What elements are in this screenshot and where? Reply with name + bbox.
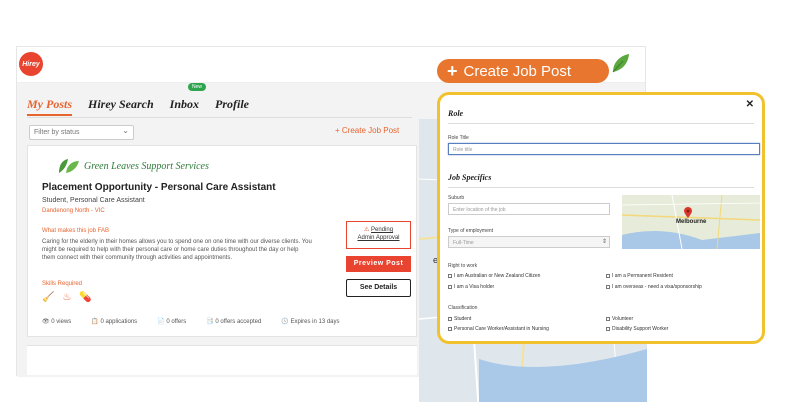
company-brand: Green Leaves Support Services xyxy=(58,158,209,174)
create-job-post-link[interactable]: + Create Job Post xyxy=(335,126,399,135)
clock-icon: 🕓 xyxy=(281,319,289,325)
rtw-citizen-label: I am Australian or New Zealand Citizen xyxy=(454,273,541,279)
class-personal-care-checkbox[interactable]: Personal Care Worker/Assistant in Nursin… xyxy=(448,326,549,332)
create-job-post-button[interactable]: + Create Job Post xyxy=(437,59,609,83)
employment-type-label: Type of employment xyxy=(448,228,494,234)
classification-label: Classification xyxy=(448,305,478,311)
role-title-label: Role Title xyxy=(448,135,469,141)
job-subtitle: Student, Personal Care Assistant xyxy=(42,197,145,204)
pending-line-2: Admin Approval xyxy=(357,235,400,241)
tab-hirey-search[interactable]: Hirey Search xyxy=(88,97,154,112)
rtw-permanent-resident-label: I am a Permanent Resident xyxy=(612,273,673,279)
class-personal-care-label: Personal Care Worker/Assistant in Nursin… xyxy=(454,326,549,332)
plus-icon: + xyxy=(447,61,458,81)
create-job-post-label: Create Job Post xyxy=(463,62,572,80)
role-heading: Role xyxy=(448,109,464,118)
rtw-overseas-label: I am overseas - need a visa/sponsorship xyxy=(612,284,702,290)
status-filter-select[interactable]: Filter by status xyxy=(29,125,134,140)
tab-my-posts[interactable]: My Posts xyxy=(27,97,72,116)
job-title: Placement Opportunity - Personal Care As… xyxy=(42,182,276,193)
skills-label: Skills Required xyxy=(42,281,83,287)
applications-count: 0 applications xyxy=(100,319,138,325)
new-badge: New xyxy=(188,83,207,91)
company-name: Green Leaves Support Services xyxy=(84,160,209,172)
offers-accepted-count: 0 offers accepted xyxy=(215,319,262,325)
class-disability-support-checkbox[interactable]: Disability Support Worker xyxy=(606,326,668,332)
see-details-button[interactable]: See Details xyxy=(346,279,411,297)
rtw-permanent-resident-checkbox[interactable]: I am a Permanent Resident xyxy=(606,273,673,279)
tab-profile[interactable]: Profile xyxy=(215,97,249,112)
pending-line-1: Pending xyxy=(371,227,394,233)
employment-type-select[interactable]: Full-Time xyxy=(448,236,610,248)
rtw-citizen-checkbox[interactable]: I am Australian or New Zealand Citizen xyxy=(448,273,540,279)
main-nav: My Posts Hirey Search Inbox Profile xyxy=(27,97,249,116)
document-icon: 📄 xyxy=(157,319,165,325)
stat-views: 👁 0 views xyxy=(42,318,71,325)
map-city-label: Melbourne xyxy=(676,219,707,225)
stat-offers-accepted: 📑 0 offers accepted xyxy=(206,318,261,325)
stat-expiry: 🕓 Expires in 13 days xyxy=(281,318,339,325)
rtw-visa-holder-label: I am a Visa holder xyxy=(454,284,495,290)
rtw-visa-holder-checkbox[interactable]: I am a Visa holder xyxy=(448,284,494,290)
tab-inbox[interactable]: Inbox xyxy=(170,97,199,112)
map-pin-icon xyxy=(684,207,692,218)
suburb-input[interactable]: Enter location of the job xyxy=(448,203,610,215)
cooking-icon: ♨ xyxy=(62,292,72,303)
clipboard-icon: 📋 xyxy=(91,319,99,325)
close-icon[interactable]: ✕ xyxy=(746,99,754,110)
offers-count: 0 offers xyxy=(166,319,187,325)
suburb-label: Suburb xyxy=(448,195,465,201)
expiry-text: Expires in 13 days xyxy=(290,319,340,325)
leaf-icon xyxy=(612,54,629,73)
cleaning-icon: 🧹 xyxy=(42,292,55,303)
skill-icons: 🧹 ♨ 💊 xyxy=(42,292,92,303)
screenshot-stage: Hirey My Posts Hirey Search Inbox Profil… xyxy=(0,0,810,402)
class-student-label: Student xyxy=(454,316,472,322)
stat-offers: 📄 0 offers xyxy=(157,318,186,325)
class-volunteer-checkbox[interactable]: Volunteer xyxy=(606,316,633,322)
class-disability-support-label: Disability Support Worker xyxy=(612,326,669,332)
class-student-checkbox[interactable]: Student xyxy=(448,316,471,322)
stat-applications: 📋 0 applications xyxy=(91,318,137,325)
leaf-logo-icon xyxy=(59,159,79,173)
job-description: Caring for the elderly in their homes al… xyxy=(42,239,312,261)
role-divider xyxy=(448,123,754,124)
pending-approval-status: ⚠ Pending Admin Approval xyxy=(346,221,411,249)
check-doc-icon: 📑 xyxy=(206,319,214,325)
nav-divider xyxy=(27,117,412,118)
warning-icon: ⚠ xyxy=(363,227,370,233)
preview-post-button[interactable]: Preview Post xyxy=(346,256,411,272)
location-map[interactable]: Melbourne xyxy=(622,195,760,249)
eye-icon: 👁 xyxy=(42,319,50,325)
rtw-overseas-checkbox[interactable]: I am overseas - need a visa/sponsorship xyxy=(606,284,702,290)
medication-icon: 💊 xyxy=(79,292,92,303)
next-card-stub xyxy=(27,345,417,375)
views-count: 0 views xyxy=(51,319,72,325)
fab-label: What makes this job FAB xyxy=(42,228,110,234)
class-volunteer-label: Volunteer xyxy=(612,316,634,322)
right-to-work-label: Right to work xyxy=(448,263,478,269)
job-specifics-heading: Job Specifics xyxy=(448,173,492,182)
hirey-logo[interactable]: Hirey xyxy=(19,52,43,76)
job-location: Dandenong North - VIC xyxy=(42,208,105,214)
job-post-card: Green Leaves Support Services Placement … xyxy=(27,145,417,337)
post-stats: 👁 0 views 📋 0 applications 📄 0 offers 📑 … xyxy=(42,318,340,325)
create-job-modal: ✕ Role Role Title Role title Job Specifi… xyxy=(437,92,765,344)
role-title-input[interactable]: Role title xyxy=(448,143,760,155)
specifics-divider xyxy=(448,187,754,188)
